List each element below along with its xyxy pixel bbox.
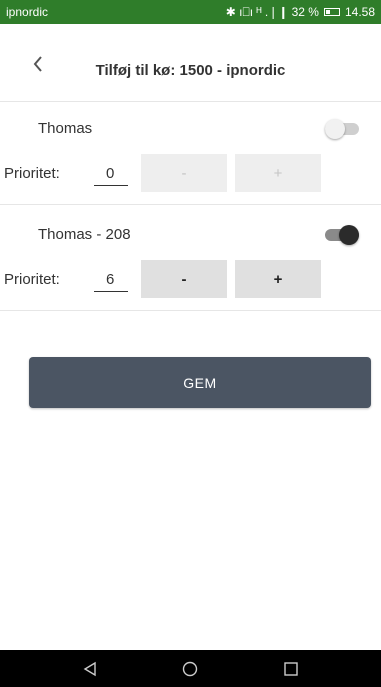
priority-value: 6 [94,271,128,292]
save-button[interactable]: GEM [29,357,371,408]
signal-icons: ✱ ı⎕ı ᴴ .❘❙ 32 % [225,4,319,19]
square-recents-icon [284,661,298,676]
priority-increase-button[interactable]: + [235,154,321,192]
priority-label: Prioritet: [4,271,60,288]
header: Tilføj til kø: 1500 - ipnordic [0,24,381,102]
toggle-thumb [325,119,345,139]
battery-icon [323,8,340,16]
agent-name: Thomas [38,120,93,137]
clock: 14.58 [344,5,375,19]
nav-recents-button[interactable] [276,654,306,684]
status-indicators: ✱ ı⎕ı ᴴ .❘❙ 32 % 14.58 [226,5,375,20]
navigation-bar [0,650,381,687]
priority-increase-button[interactable]: + [235,260,321,298]
agent-toggle[interactable] [325,119,359,139]
page-title: Tilføj til kø: 1500 - ipnordic [95,62,286,79]
agent-row: Thomas Prioritet: 0 - + [0,104,381,205]
carrier-name: ipnordic [6,5,49,19]
priority-label: Prioritet: [4,165,60,182]
nav-home-button[interactable] [175,654,205,684]
priority-decrease-button[interactable]: - [141,154,227,192]
toggle-thumb [339,225,359,245]
agent-name: Thomas - 208 [38,226,131,243]
priority-decrease-button[interactable]: - [141,260,227,298]
circle-home-icon [183,661,198,676]
priority-value: 0 [94,165,128,186]
triangle-back-icon [83,661,96,676]
status-bar: ipnordic ✱ ı⎕ı ᴴ .❘❙ 32 % 14.58 [0,0,381,24]
agent-toggle[interactable] [325,225,359,245]
agent-row: Thomas - 208 Prioritet: 6 - + [0,210,381,311]
nav-back-button[interactable] [75,654,105,684]
